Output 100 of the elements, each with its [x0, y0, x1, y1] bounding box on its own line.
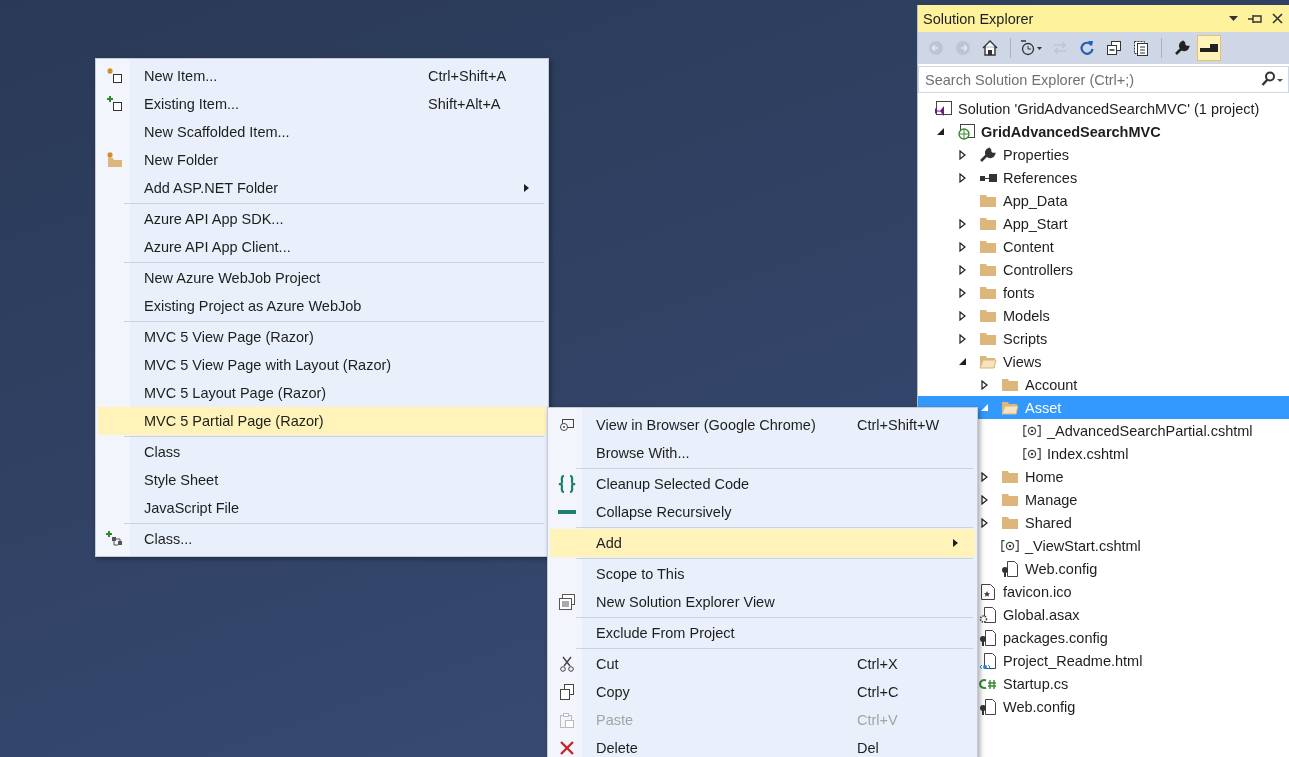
open-folder-icon [979, 353, 997, 370]
tree-item-label: _AdvancedSearchPartial.cshtml [1047, 422, 1253, 439]
tree-item-label: Solution 'GridAdvancedSearchMVC' (1 project) [958, 100, 1260, 117]
tree-item-label: Content [1003, 238, 1054, 255]
menu-item[interactable]: Class [98, 438, 546, 466]
tree-item[interactable]: fonts [918, 281, 1289, 304]
menu-item[interactable]: MVC 5 Layout Page (Razor) [98, 379, 546, 407]
shortcut-label: Ctrl+X [857, 656, 899, 672]
menu-item-label: Cut [596, 656, 620, 672]
folder-icon [1001, 376, 1019, 393]
toolbar-button[interactable] [1197, 35, 1221, 61]
config-file-icon [1001, 559, 1019, 578]
solution-icon [934, 100, 952, 117]
menu-item[interactable]: Add ASP.NET Folder [98, 174, 546, 202]
tree-item[interactable]: Controllers [918, 258, 1289, 281]
pin-icon [1248, 13, 1262, 24]
menu-item-label: MVC 5 Layout Page (Razor) [144, 385, 328, 401]
wrench-icon [1174, 40, 1190, 56]
tree-item[interactable]: Models [918, 304, 1289, 327]
menu-item-label: Copy [596, 684, 631, 700]
tree-item[interactable]: App_Data [918, 189, 1289, 212]
tree-item-label: Global.asax [1003, 606, 1080, 623]
panel-title: Solution Explorer [923, 10, 1035, 27]
tree-item[interactable]: Views [918, 350, 1289, 373]
menu-item-label: Add ASP.NET Folder [144, 180, 280, 196]
tree-item-label: App_Start [1003, 215, 1068, 232]
menu-item[interactable]: JavaScript File [98, 494, 546, 522]
asax-file-icon [979, 605, 997, 624]
menu-item-label: Class [144, 444, 182, 460]
new-folder-icon [107, 152, 123, 168]
search-field[interactable]: Search Solution Explorer (Ctrl+;) [918, 66, 1289, 93]
menu-item[interactable]: MVC 5 View Page (Razor) [98, 323, 546, 351]
menu-item[interactable]: Azure API App Client... [98, 233, 546, 261]
tree-item-label: packages.config [1003, 629, 1108, 646]
menu-item-label: View in Browser (Google Chrome) [596, 417, 817, 433]
tree-item-label: Controllers [1003, 261, 1074, 278]
menu-item[interactable]: New Azure WebJob Project [98, 264, 546, 292]
menu-item[interactable]: New Scaffolded Item... [98, 118, 546, 146]
tree-item[interactable]: References [918, 166, 1289, 189]
menu-item[interactable]: MVC 5 View Page with Layout (Razor) [98, 351, 546, 379]
image-file-icon [980, 582, 996, 601]
menu-item[interactable]: Delete Del [550, 734, 975, 757]
clock-icon [1020, 40, 1044, 56]
tree-item[interactable]: App_Start [918, 212, 1289, 235]
tree-item[interactable]: Scripts [918, 327, 1289, 350]
back-icon [928, 40, 944, 56]
tree-item-label: References [1003, 169, 1078, 186]
close-icon [1272, 13, 1283, 24]
shortcut-label: Ctrl+C [857, 684, 900, 700]
shortcut-label: Ctrl+Shift+A [428, 68, 508, 84]
folder-icon [979, 261, 997, 278]
menu-item-label: Existing Project as Azure WebJob [144, 298, 363, 314]
menu-item[interactable]: Class... [98, 525, 546, 553]
tree-item-label: Index.cshtml [1047, 445, 1129, 462]
menu-item-label: Azure API App Client... [144, 239, 292, 255]
tree-item-label: Models [1003, 307, 1050, 324]
menu-item-label: New Solution Explorer View [596, 594, 776, 610]
tree-item[interactable]: Content [918, 235, 1289, 258]
tree-item[interactable]: GridAdvancedSearchMVC [918, 120, 1289, 143]
dropdown-caret-icon [1229, 16, 1238, 21]
shortcut-label: Shift+Alt+A [428, 96, 502, 112]
tree-item-label: Home [1025, 468, 1064, 485]
menu-item[interactable]: Style Sheet [98, 466, 546, 494]
tree-item-label: Properties [1003, 146, 1070, 163]
menu-item-label: New Folder [144, 152, 220, 168]
menu-item[interactable]: Add [550, 529, 975, 557]
menu-item-label: Scope to This [596, 566, 686, 582]
tree-item[interactable]: Account [918, 373, 1289, 396]
browser-icon [559, 417, 575, 433]
tree-item-label: Web.config [1025, 560, 1098, 577]
folder-icon [979, 238, 997, 255]
folder-icon [1001, 468, 1019, 485]
menu-item[interactable]: Existing Project as Azure WebJob [98, 292, 546, 320]
braces-icon [558, 475, 576, 493]
collapse-all-icon [1106, 40, 1122, 56]
folder-icon [1001, 514, 1019, 531]
menu-item-label: Paste [596, 712, 635, 728]
menu-item-label: Browse With... [596, 445, 691, 461]
paste-icon [559, 712, 575, 728]
tree-item-label: GridAdvancedSearchMVC [981, 123, 1161, 140]
menu-item[interactable]: Existing Item... Shift+Alt+A [98, 90, 546, 118]
menu-item[interactable]: MVC 5 Partial Page (Razor) [98, 407, 546, 435]
collapse-icon [558, 510, 576, 514]
menu-item[interactable]: New Item... Ctrl+Shift+A [98, 62, 546, 90]
menu-item-label: MVC 5 View Page with Layout (Razor) [144, 357, 393, 373]
tree-item-label: Views [1003, 353, 1042, 370]
tree-item[interactable]: Solution 'GridAdvancedSearchMVC' (1 project) [918, 97, 1289, 120]
solution-view-icon [558, 594, 576, 610]
tree-item-label: Scripts [1003, 330, 1048, 347]
html-file-icon [979, 651, 997, 670]
tree-item-label: App_Data [1003, 192, 1068, 209]
forward-icon [955, 40, 971, 56]
web-project-icon [957, 123, 975, 140]
copy-icon [559, 684, 575, 700]
tree-item[interactable]: Properties [918, 143, 1289, 166]
open-folder-icon [1001, 399, 1019, 416]
menu-item[interactable]: New Folder [98, 146, 546, 174]
shortcut-label: Ctrl+V [857, 712, 899, 728]
tree-item-label: Shared [1025, 514, 1072, 531]
menu-item[interactable]: Azure API App SDK... [98, 205, 546, 233]
